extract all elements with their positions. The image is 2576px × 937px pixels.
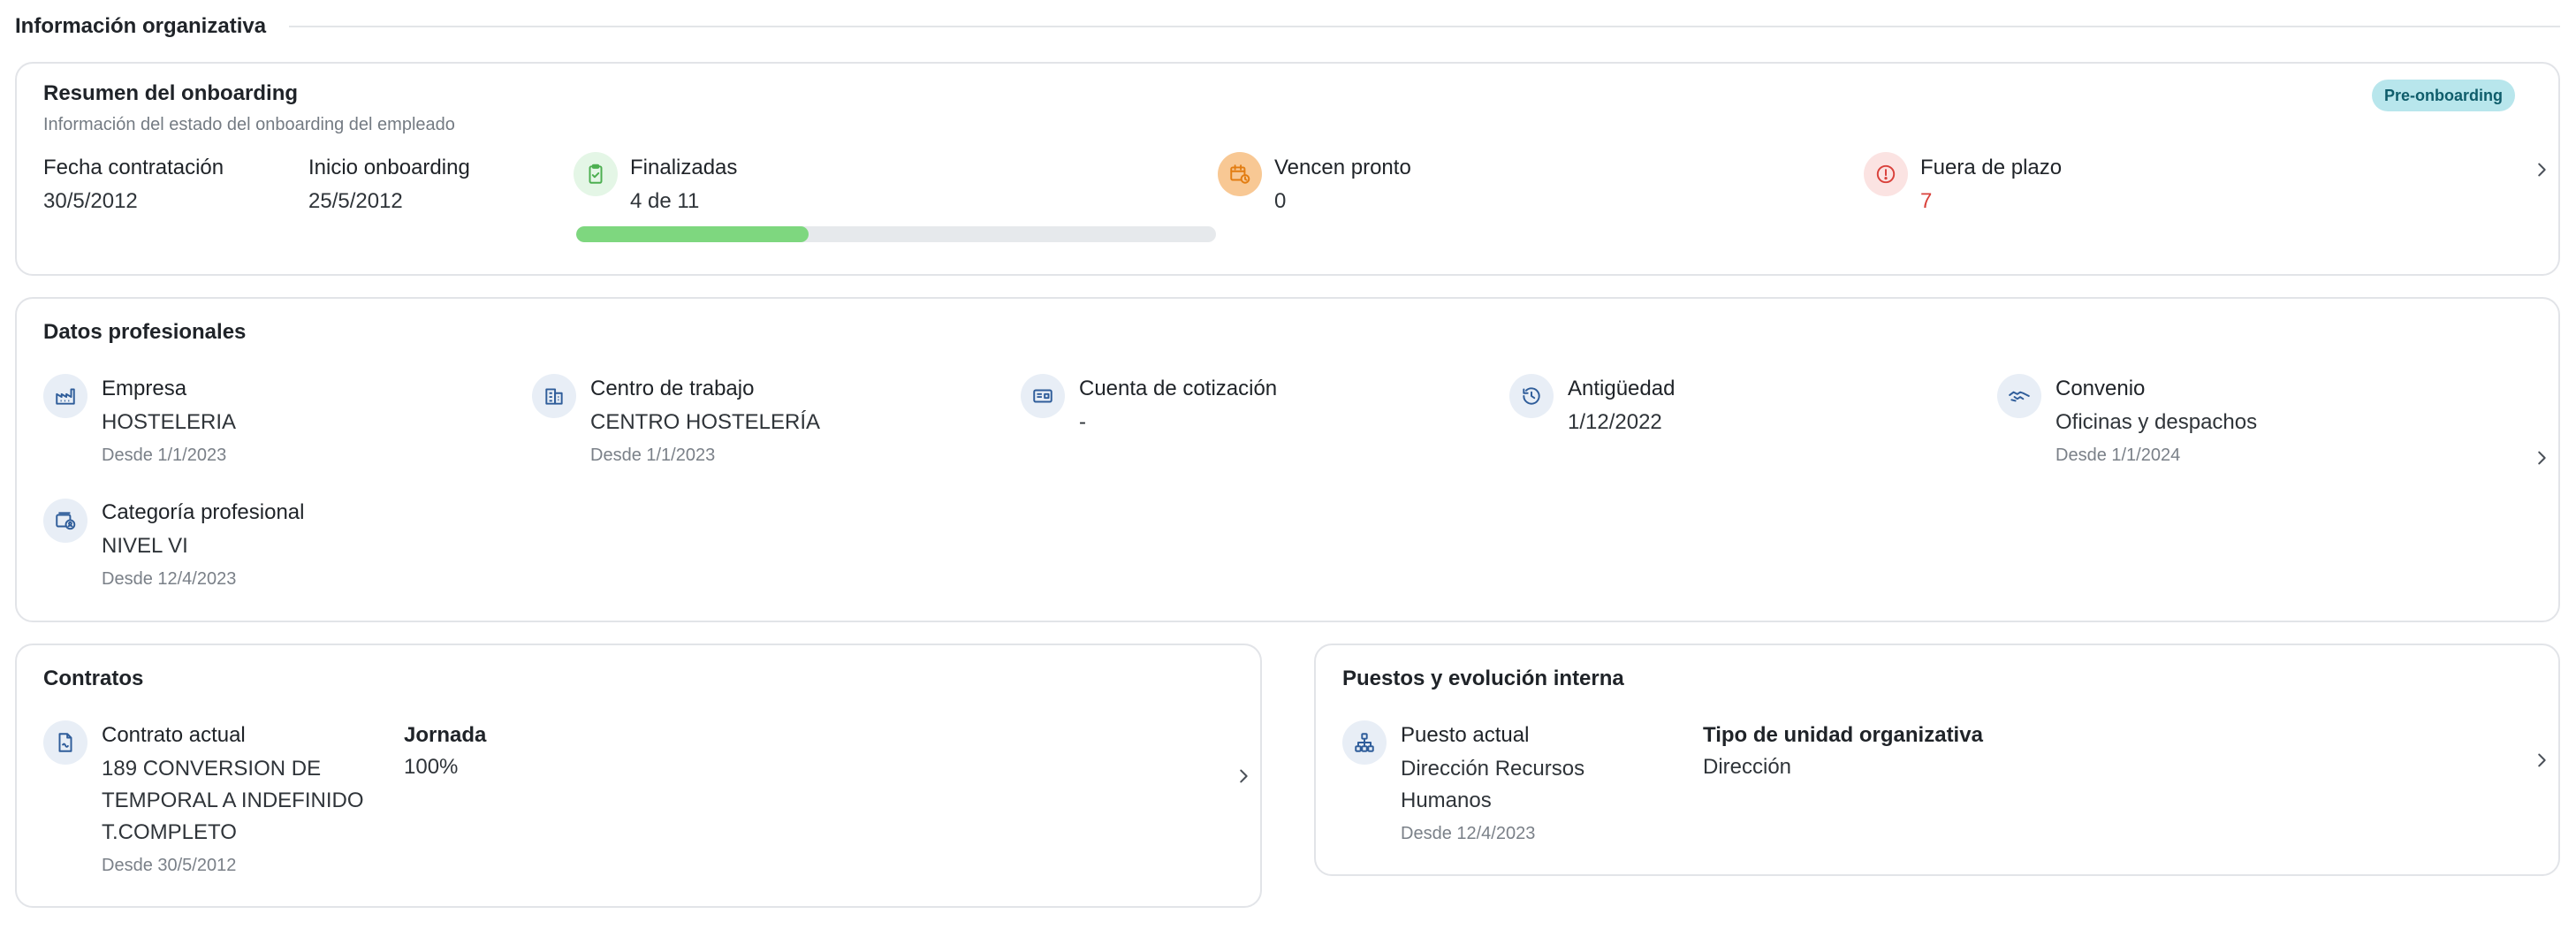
- current-contract-label: Contrato actual: [102, 723, 246, 747]
- workday-label: Jornada: [404, 723, 487, 747]
- workday-value: 100%: [404, 755, 459, 779]
- section-header: Información organizativa: [15, 12, 2560, 41]
- company-since: Desde 1/1/2023: [102, 446, 227, 465]
- onboarding-summary-card[interactable]: Resumen del onboarding Información del e…: [15, 62, 2560, 276]
- onboarding-start-label: Inicio onboarding: [308, 156, 470, 179]
- id-card-icon: [1021, 374, 1065, 418]
- calendar-clock-icon: [1218, 152, 1262, 196]
- onboarding-subtitle: Información del estado del onboarding de…: [43, 115, 455, 134]
- professional-category-label: Categoría profesional: [102, 500, 305, 524]
- workplace-value: CENTRO HOSTELERÍA: [590, 410, 821, 434]
- agreement-label: Convenio: [2055, 377, 2146, 400]
- alert-circle-icon: [1864, 152, 1908, 196]
- chevron-right-icon[interactable]: [2529, 446, 2554, 470]
- contracts-card[interactable]: Contratos Contrato actual 189 CONVERSION…: [15, 644, 1262, 908]
- agreement-since: Desde 1/1/2024: [2055, 446, 2181, 465]
- onboarding-title: Resumen del onboarding: [43, 81, 299, 105]
- current-position-value-line-1: Dirección Recursos: [1401, 757, 1585, 781]
- section-divider: [289, 26, 2560, 27]
- overdue-value: 7: [1920, 189, 1933, 213]
- hire-date-value: 30/5/2012: [43, 189, 138, 213]
- chevron-right-icon[interactable]: [2529, 157, 2554, 182]
- unit-type-label: Tipo de unidad organizativa: [1703, 723, 1983, 747]
- finished-label: Finalizadas: [630, 156, 738, 179]
- due-soon-value: 0: [1274, 189, 1287, 213]
- org-chart-icon: [1342, 720, 1387, 765]
- positions-card[interactable]: Puestos y evolución interna Puesto actua…: [1314, 644, 2560, 876]
- current-position-since: Desde 12/4/2023: [1401, 824, 1536, 843]
- contribution-account-label: Cuenta de cotización: [1079, 377, 1278, 400]
- finished-progress-bar: [576, 226, 1216, 242]
- seniority-value: 1/12/2022: [1568, 410, 1662, 434]
- professional-category-value: NIVEL VI: [102, 534, 188, 558]
- current-contract-value-line-3: T.COMPLETO: [102, 820, 237, 844]
- current-position-value-line-2: Humanos: [1401, 788, 1492, 812]
- current-contract-value-line-2: TEMPORAL A INDEFINIDO: [102, 788, 364, 812]
- current-position-label: Puesto actual: [1401, 723, 1530, 747]
- unit-type-value: Dirección: [1703, 755, 1792, 779]
- building-icon: [532, 374, 576, 418]
- contract-document-icon: [43, 720, 87, 765]
- contribution-account-value: -: [1079, 410, 1086, 434]
- clipboard-check-icon: [574, 152, 618, 196]
- company-label: Empresa: [102, 377, 187, 400]
- professional-data-card[interactable]: Datos profesionales Empresa HOSTELERIA D…: [15, 297, 2560, 622]
- handshake-icon: [1997, 374, 2041, 418]
- badge-user-icon: [43, 499, 87, 543]
- contracts-title: Contratos: [43, 667, 144, 690]
- onboarding-start-value: 25/5/2012: [308, 189, 403, 213]
- workplace-since: Desde 1/1/2023: [590, 446, 716, 465]
- professional-category-since: Desde 12/4/2023: [102, 569, 237, 589]
- chevron-right-icon[interactable]: [1231, 764, 1256, 788]
- professional-title: Datos profesionales: [43, 320, 247, 344]
- onboarding-status-badge: Pre-onboarding: [2372, 80, 2515, 111]
- hire-date-label: Fecha contratación: [43, 156, 224, 179]
- current-contract-value-line-1: 189 CONVERSION DE: [102, 757, 322, 781]
- seniority-label: Antigüedad: [1568, 377, 1676, 400]
- finished-progress-fill: [576, 226, 809, 242]
- chevron-right-icon[interactable]: [2529, 748, 2554, 773]
- finished-value: 4 de 11: [630, 189, 700, 213]
- positions-title: Puestos y evolución interna: [1342, 667, 1624, 690]
- overdue-label: Fuera de plazo: [1920, 156, 2063, 179]
- agreement-value: Oficinas y despachos: [2055, 410, 2258, 434]
- due-soon-label: Vencen pronto: [1274, 156, 1411, 179]
- history-icon: [1509, 374, 1554, 418]
- current-contract-since: Desde 30/5/2012: [102, 856, 237, 875]
- company-value: HOSTELERIA: [102, 410, 237, 434]
- section-title: Información organizativa: [15, 14, 267, 38]
- workplace-label: Centro de trabajo: [590, 377, 755, 400]
- factory-icon: [43, 374, 87, 418]
